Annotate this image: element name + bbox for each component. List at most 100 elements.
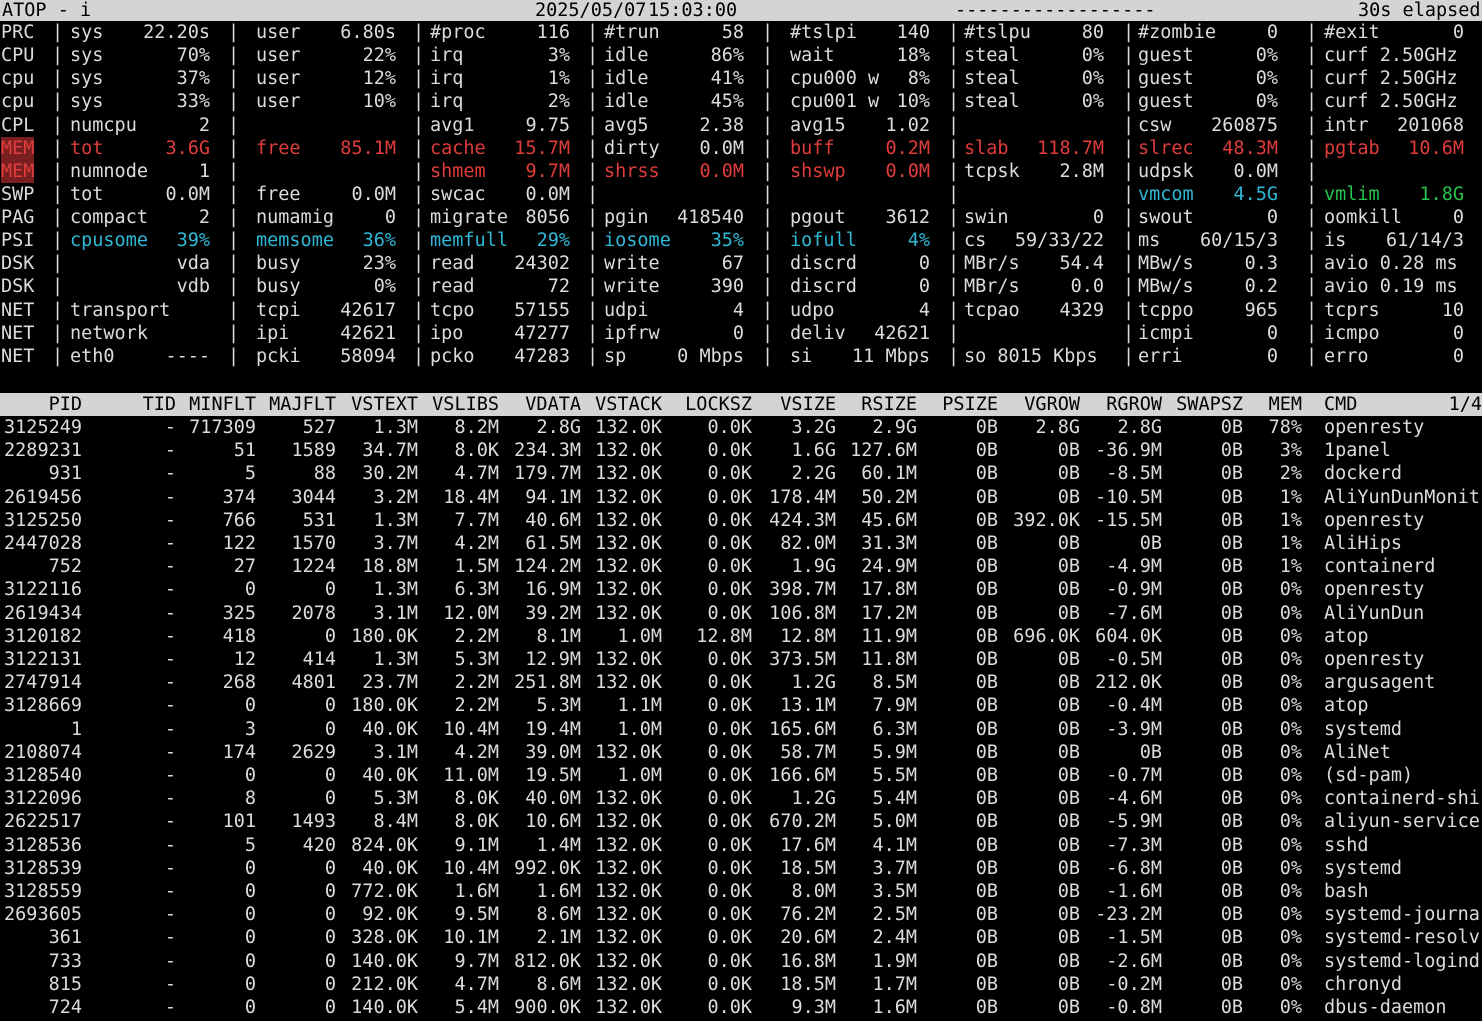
stat-key: MBr/s: [964, 276, 1020, 298]
column-header-tid[interactable]: TID: [143, 393, 176, 416]
column-header-vgrow[interactable]: VGROW: [1024, 393, 1080, 416]
process-row[interactable]: 2447028 - 122 1570 3.7M 4.2M 61.5M 132.0K 0.0K 82…: [0, 532, 1482, 555]
cell-vstack: 1.0M: [617, 765, 662, 786]
cell-rgrow: -3.9M: [1106, 718, 1162, 740]
cell-tid: -: [164, 579, 176, 601]
column-header-locksz[interactable]: LOCKSZ: [685, 393, 752, 416]
cell-vsize: 58.7M: [780, 741, 836, 763]
stat-key: tot: [70, 137, 104, 159]
cell-pid: 3125250: [4, 509, 82, 531]
process-row[interactable]: 931 - 5 88 30.2M 4.7M 179.7M 132.0K 0.0K 2.2G 60.1…: [0, 462, 1482, 485]
cell-rsize: 5.4M: [872, 788, 917, 810]
process-row[interactable]: 3122096 - 8 0 5.3M 8.0K 40.0M 132.0K 0.0K 1.2G 5.4…: [0, 787, 1482, 810]
cell-vstack: 1.0M: [617, 625, 662, 647]
cell-pid: 361: [48, 927, 82, 949]
column-header-mem[interactable]: MEM: [1269, 393, 1302, 416]
stat-value: 36%: [362, 230, 396, 252]
column-header-vstack[interactable]: VSTACK: [595, 393, 662, 416]
process-row[interactable]: 2108074 - 174 2629 3.1M 4.2M 39.0M 132.0K 0.0K 58…: [0, 741, 1482, 764]
cell-minflt: 27: [233, 556, 256, 578]
stat-key: pgin: [604, 207, 649, 229]
column-separator: |: [948, 253, 960, 275]
process-row[interactable]: 3128559 - 0 0 772.0K 1.6M 1.6M 132.0K 0.0K 8.0M 3.…: [0, 880, 1482, 903]
cell-vstext: 212.0K: [351, 973, 418, 995]
stat-value: 59/33/22: [1014, 230, 1104, 252]
process-row[interactable]: 3125249 -717309 527 1.3M 8.2M 2.8G 132.0K 0.0K 3…: [0, 416, 1482, 439]
cell-minflt: 0: [244, 997, 256, 1018]
stat-value: 47283: [514, 345, 570, 367]
stat-key: vmlim: [1324, 183, 1380, 205]
process-row[interactable]: 752 - 27 1224 18.8M 1.5M 124.2M 132.0K 0.0K 1.9G 2…: [0, 555, 1482, 578]
cell-rsize: 3.7M: [872, 857, 917, 879]
process-row[interactable]: 3128539 - 0 0 40.0K 10.4M 992.0K 132.0K 0.0K 18.5…: [0, 857, 1482, 880]
column-header-pid[interactable]: PID: [49, 393, 82, 416]
cell-rgrow: -4.9M: [1106, 556, 1162, 578]
cell-vstext: 8.4M: [373, 811, 418, 833]
column-header-vsize[interactable]: VSIZE: [780, 393, 836, 416]
cell-tid: -: [164, 718, 176, 740]
cell-majflt: 88: [313, 463, 336, 485]
cell-vsize: 165.6M: [769, 718, 836, 740]
stat-key: cpu000 w: [790, 68, 880, 90]
stat-key: compact: [70, 207, 148, 229]
cell-mem: 0%: [1279, 881, 1302, 902]
cell-rgrow: -1.6M: [1106, 881, 1162, 902]
cell-minflt: 0: [244, 695, 256, 717]
stat-value: 0%: [1255, 91, 1278, 113]
column-header-cmd[interactable]: CMD: [1324, 393, 1357, 416]
cell-tid: -: [164, 904, 176, 926]
process-row[interactable]: 2693605 - 0 0 92.0K 9.5M 8.6M 132.0K 0.0K 76.2M 2.…: [0, 903, 1482, 926]
process-row[interactable]: 1 - 3 0 40.0K 10.4M 19.4M 1.0M 0.0K 165.6M 6.3M 0B 0…: [0, 718, 1482, 741]
cell-pid: 815: [48, 973, 82, 995]
column-header-minflt[interactable]: MINFLT: [189, 393, 256, 416]
column-header-rsize[interactable]: RSIZE: [861, 393, 917, 416]
column-header-vdata[interactable]: VDATA: [525, 393, 581, 416]
cell-majflt: 1493: [291, 811, 336, 833]
stat-value: 1%: [547, 68, 570, 90]
process-row[interactable]: 3122131 - 12 414 1.3M 5.3M 12.9M 132.0K 0.0K 373.…: [0, 648, 1482, 671]
stat-row-prc: PRC | sys 22.20s | user 6.80s | #proc 116 | #trun 58…: [0, 21, 1482, 44]
column-separator: |: [228, 22, 240, 43]
cell-tid: -: [164, 509, 176, 531]
process-row[interactable]: 724 - 0 0 140.0K 5.4M 900.0K 132.0K 0.0K 9.3M 1.6M…: [0, 996, 1482, 1019]
column-header-psize[interactable]: PSIZE: [942, 393, 998, 416]
column-header-majflt[interactable]: MAJFLT: [269, 393, 336, 416]
cell-cmd: bash: [1324, 881, 1369, 902]
process-row[interactable]: 2747914 - 268 4801 23.7M 2.2M 251.8M 132.0K 0.0K…: [0, 671, 1482, 694]
process-row[interactable]: 2619434 - 325 2078 3.1M 12.0M 39.2M 132.0K 0.0K 1…: [0, 602, 1482, 625]
stat-key: oomkill: [1324, 207, 1402, 229]
stat-value: 965: [1244, 299, 1278, 321]
process-row[interactable]: 815 - 0 0 212.0K 4.7M 8.6M 132.0K 0.0K 18.5M 1.7M 0…: [0, 973, 1482, 996]
process-row[interactable]: 3128669 - 0 0 180.0K 2.2M 5.3M 1.1M 0.0K 13.1M 7.9…: [0, 694, 1482, 717]
column-header-rgrow[interactable]: RGROW: [1106, 393, 1162, 416]
column-header-vstext[interactable]: VSTEXT: [351, 393, 418, 416]
cell-vstext: 772.0K: [351, 881, 418, 902]
stat-value: 10: [1441, 299, 1464, 321]
stat-value: 0: [1266, 322, 1278, 344]
cell-locksz: 0.0K: [707, 602, 752, 624]
column-header-vslibs[interactable]: VSLIBS: [432, 393, 499, 416]
stat-value: 33%: [176, 91, 210, 113]
column-header-swapsz[interactable]: SWAPSZ: [1176, 393, 1243, 416]
column-separator: |: [1123, 137, 1135, 159]
process-row[interactable]: 361 - 0 0 328.0K 10.1M 2.1M 132.0K 0.0K 20.6M 2.4M…: [0, 926, 1482, 949]
column-separator: |: [587, 45, 599, 67]
header-time: 15:03:00: [648, 0, 738, 21]
cell-vstext: 1.3M: [373, 649, 418, 670]
stat-key: user: [256, 91, 301, 113]
process-row[interactable]: 3128540 - 0 0 40.0K 11.0M 19.5M 1.0M 0.0K 166.6M 5…: [0, 764, 1482, 787]
cell-vsize: 2.2G: [791, 463, 836, 485]
process-row[interactable]: 2289231 - 51 1589 34.7M 8.0K 234.3M 132.0K 0.0K 1…: [0, 439, 1482, 462]
process-row[interactable]: 2622517 - 101 1493 8.4M 8.0K 10.6M 132.0K 0.0K 67…: [0, 810, 1482, 833]
process-row[interactable]: 3128536 - 5 420 824.0K 9.1M 1.4M 132.0K 0.0K 17.6…: [0, 834, 1482, 857]
process-row[interactable]: 2619456 - 374 3044 3.2M 18.4M 94.1M 132.0K 0.0K 1…: [0, 486, 1482, 509]
stat-value: 3612: [885, 207, 930, 229]
process-row[interactable]: 3125250 - 766 531 1.3M 7.7M 40.6M 132.0K 0.0K 424…: [0, 509, 1482, 532]
cell-psize: 0B: [975, 417, 998, 438]
stat-row-label: CPU: [1, 45, 35, 67]
process-row[interactable]: 733 - 0 0 140.0K 9.7M 812.0K 132.0K 0.0K 16.8M 1.9…: [0, 950, 1482, 973]
process-row[interactable]: 3122116 - 0 0 1.3M 6.3M 16.9M 132.0K 0.0K 398.7M 1…: [0, 578, 1482, 601]
process-row[interactable]: 3120182 - 418 0 180.0K 2.2M 8.1M 1.0M 12.8M 12.8M…: [0, 625, 1482, 648]
stat-value: 0.3: [1244, 253, 1278, 275]
stat-row-net: NET | eth0 ---- | pcki 58094 | pcko 47283 | sp 0 Mbp…: [0, 345, 1482, 368]
